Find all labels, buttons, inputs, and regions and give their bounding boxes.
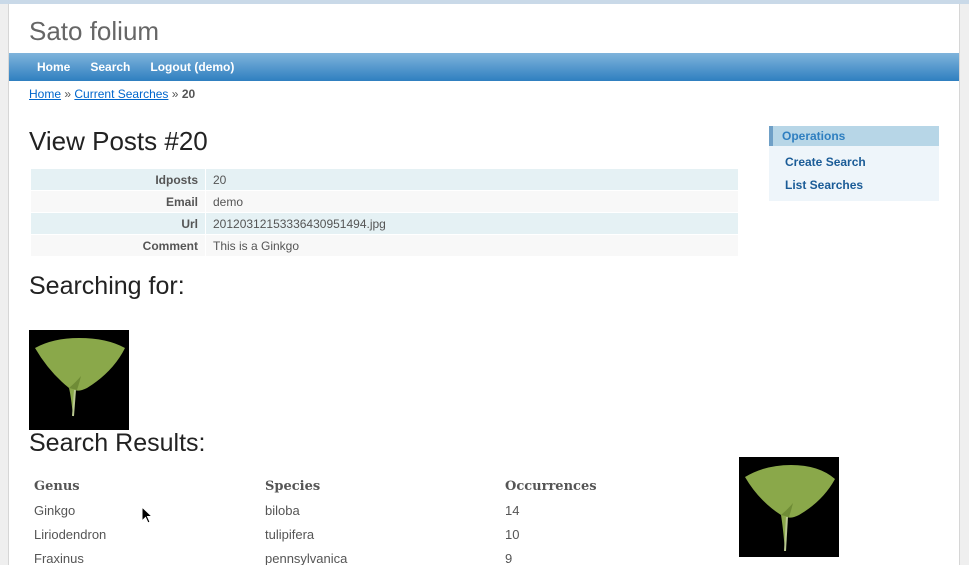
list-searches-link[interactable]: List Searches [785, 178, 863, 192]
menu-home-link[interactable]: Home [27, 53, 80, 81]
detail-row-url: Url 20120312153336430951494.jpg [31, 213, 738, 234]
menu-search-link[interactable]: Search [80, 53, 140, 81]
result-leaf-image[interactable] [739, 457, 839, 557]
operations-portlet: Operations Create Search List Searches [769, 126, 939, 201]
detail-value: 20120312153336430951494.jpg [206, 213, 738, 234]
ginkgo-leaf-icon [29, 330, 129, 430]
detail-label: Url [31, 213, 205, 234]
detail-value: This is a Ginkgo [206, 235, 738, 256]
species-cell: biloba [265, 502, 300, 518]
mouse-pointer-icon [141, 505, 154, 527]
page-container: Sato folium Home Search Logout (demo) Ho… [8, 4, 960, 565]
ginkgo-leaf-icon [739, 457, 839, 557]
site-logo: Sato folium [29, 16, 160, 46]
breadcrumb-home-link[interactable]: Home [29, 87, 61, 101]
detail-row-email: Email demo [31, 191, 738, 212]
results-table: Genus Species Occurrences Ginkgo biloba … [29, 474, 650, 565]
menu-logout-link[interactable]: Logout (demo) [140, 53, 244, 81]
breadcrumb-separator: » [64, 87, 72, 101]
main-menu: Home Search Logout (demo) [9, 53, 959, 81]
species-cell: tulipifera [265, 526, 315, 542]
table-row: Liriodendron tulipifera 10 [29, 522, 650, 546]
detail-value: demo [206, 191, 738, 212]
create-search-link[interactable]: Create Search [785, 155, 866, 169]
detail-table: Idposts 20 Email demo Url 20120312153336… [30, 168, 739, 257]
table-row: Ginkgo biloba 14 [29, 498, 650, 522]
results-header-row: Genus Species Occurrences [29, 474, 650, 498]
query-leaf-image [29, 330, 129, 430]
column-header-species: Species [265, 478, 321, 494]
species-cell: pennsylvanica [265, 550, 348, 565]
detail-label: Email [31, 191, 205, 212]
detail-row-comment: Comment This is a Ginkgo [31, 235, 738, 256]
searching-heading: Searching for: [29, 272, 185, 300]
genus-cell: Fraxinus [34, 550, 84, 565]
operations-title: Operations [769, 126, 939, 146]
detail-row-idposts: Idposts 20 [31, 169, 738, 190]
occurrences-cell: 14 [505, 502, 520, 518]
column-header-genus: Genus [34, 478, 80, 494]
occurrences-cell: 10 [505, 526, 520, 542]
page-title: View Posts #20 [29, 126, 208, 156]
occurrences-cell: 9 [505, 550, 513, 565]
breadcrumb-separator: » [171, 87, 179, 101]
detail-value: 20 [206, 169, 738, 190]
detail-label: Comment [31, 235, 205, 256]
search-results-heading: Search Results: [29, 429, 206, 457]
table-row: Fraxinus pennsylvanica 9 [29, 546, 650, 565]
detail-label: Idposts [31, 169, 205, 190]
column-header-occurrences: Occurrences [505, 478, 597, 494]
breadcrumb-current-searches-link[interactable]: Current Searches [74, 87, 168, 101]
breadcrumb: Home » Current Searches » 20 [29, 87, 195, 101]
breadcrumb-current: 20 [181, 87, 196, 101]
